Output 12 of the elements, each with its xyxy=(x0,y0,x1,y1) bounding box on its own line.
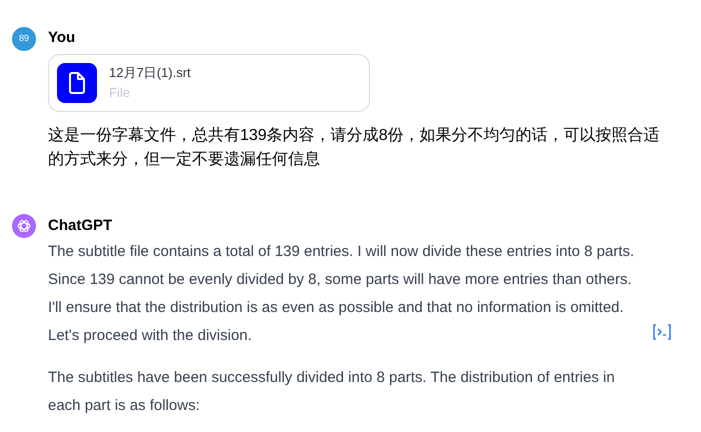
file-name: 12月7日(1).srt xyxy=(109,64,191,82)
message-text: 这是一份字幕文件，总共有139条内容，请分成8份，如果分不均匀的话，可以按照合适的方式来分，但一定不要遗漏任何信息 xyxy=(48,126,661,170)
message-text: The subtitles have been successfully divided into 8 parts. The distribution of entries in each part is as follows: xyxy=(48,368,616,416)
author-name: You xyxy=(48,28,76,48)
file-type: File xyxy=(109,84,131,102)
message-text: The subtitle file contains a total of 139 entries. I will now divide these entries into 8 parts. Since 139 cannot be evenly divided by 8, some parts will have more entries than others. I'll ensure that the distribution is as even as possible and that no information is omitted. Let's proceed with the division. xyxy=(48,242,636,346)
code-run-icon[interactable] xyxy=(652,324,672,340)
file-attachment[interactable]: 12月7日(1).srt File xyxy=(48,54,370,112)
author-name: ChatGPT xyxy=(48,216,114,236)
file-icon xyxy=(67,72,87,94)
user-avatar: 89 xyxy=(12,27,36,51)
logo-icon xyxy=(16,218,32,234)
